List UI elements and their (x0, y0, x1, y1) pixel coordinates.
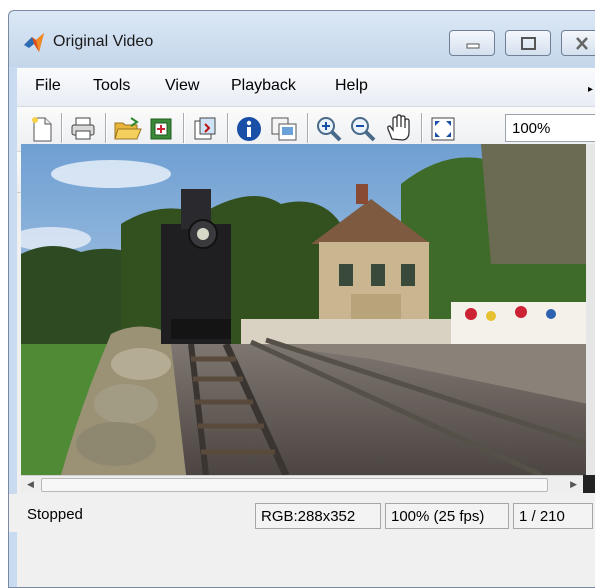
import-icon[interactable] (191, 115, 219, 143)
minimize-icon (466, 43, 480, 49)
print-icon[interactable] (69, 116, 97, 142)
menu-file[interactable]: File (35, 77, 61, 95)
scroll-right-icon[interactable]: ▶ (570, 479, 577, 490)
copy-frame-icon[interactable] (269, 115, 299, 143)
zoom-level-text: 100% (512, 120, 551, 137)
close-button[interactable] (561, 30, 595, 56)
zoom-fps-text: 100% (25 fps) (391, 508, 485, 525)
video-player-window: Original Video File Tools View Playback … (8, 10, 595, 588)
image-info-text: RGB:288x352 (261, 508, 356, 525)
menu-tools[interactable]: Tools (93, 77, 130, 95)
menu-bar: File Tools View Playback Help ▸ (17, 68, 595, 107)
vertical-scrollbar[interactable] (586, 144, 595, 475)
menu-playback[interactable]: Playback (231, 77, 296, 95)
scroll-corner (583, 475, 595, 493)
zoom-level-field[interactable]: 100% (505, 114, 595, 142)
scroll-thumb[interactable] (41, 478, 548, 492)
zoom-fps-field: 100% (25 fps) (385, 503, 509, 529)
horizontal-scrollbar[interactable]: ◀ ▶ (21, 475, 583, 493)
maximize-button[interactable] (505, 30, 551, 56)
title-bar[interactable]: Original Video (9, 11, 595, 67)
fit-to-window-icon[interactable] (429, 115, 457, 143)
new-file-icon[interactable] (29, 115, 55, 143)
menu-view[interactable]: View (165, 77, 199, 95)
close-icon (576, 37, 588, 50)
maximize-icon (521, 37, 536, 50)
open-folder-icon[interactable] (113, 116, 143, 142)
image-info-field: RGB:288x352 (255, 503, 381, 529)
window-title: Original Video (53, 33, 154, 50)
playback-state: Stopped (27, 506, 83, 523)
menu-help[interactable]: Help (335, 77, 368, 95)
frame-counter-field: 1 / 210 (513, 503, 593, 529)
menu-overflow-icon[interactable]: ▸ (588, 84, 593, 95)
info-icon[interactable] (235, 115, 263, 143)
frame-counter-text: 1 / 210 (519, 508, 565, 525)
zoom-in-icon[interactable] (315, 115, 343, 143)
pan-hand-icon[interactable] (383, 113, 413, 143)
export-icon[interactable] (147, 115, 175, 143)
status-bar: Stopped RGB:288x352 100% (25 fps) 1 / 21… (9, 494, 595, 532)
minimize-button[interactable] (449, 30, 495, 56)
zoom-out-icon[interactable] (349, 115, 377, 143)
video-frame (21, 144, 588, 475)
scroll-left-icon[interactable]: ◀ (27, 479, 34, 490)
matlab-logo-icon (24, 33, 44, 52)
